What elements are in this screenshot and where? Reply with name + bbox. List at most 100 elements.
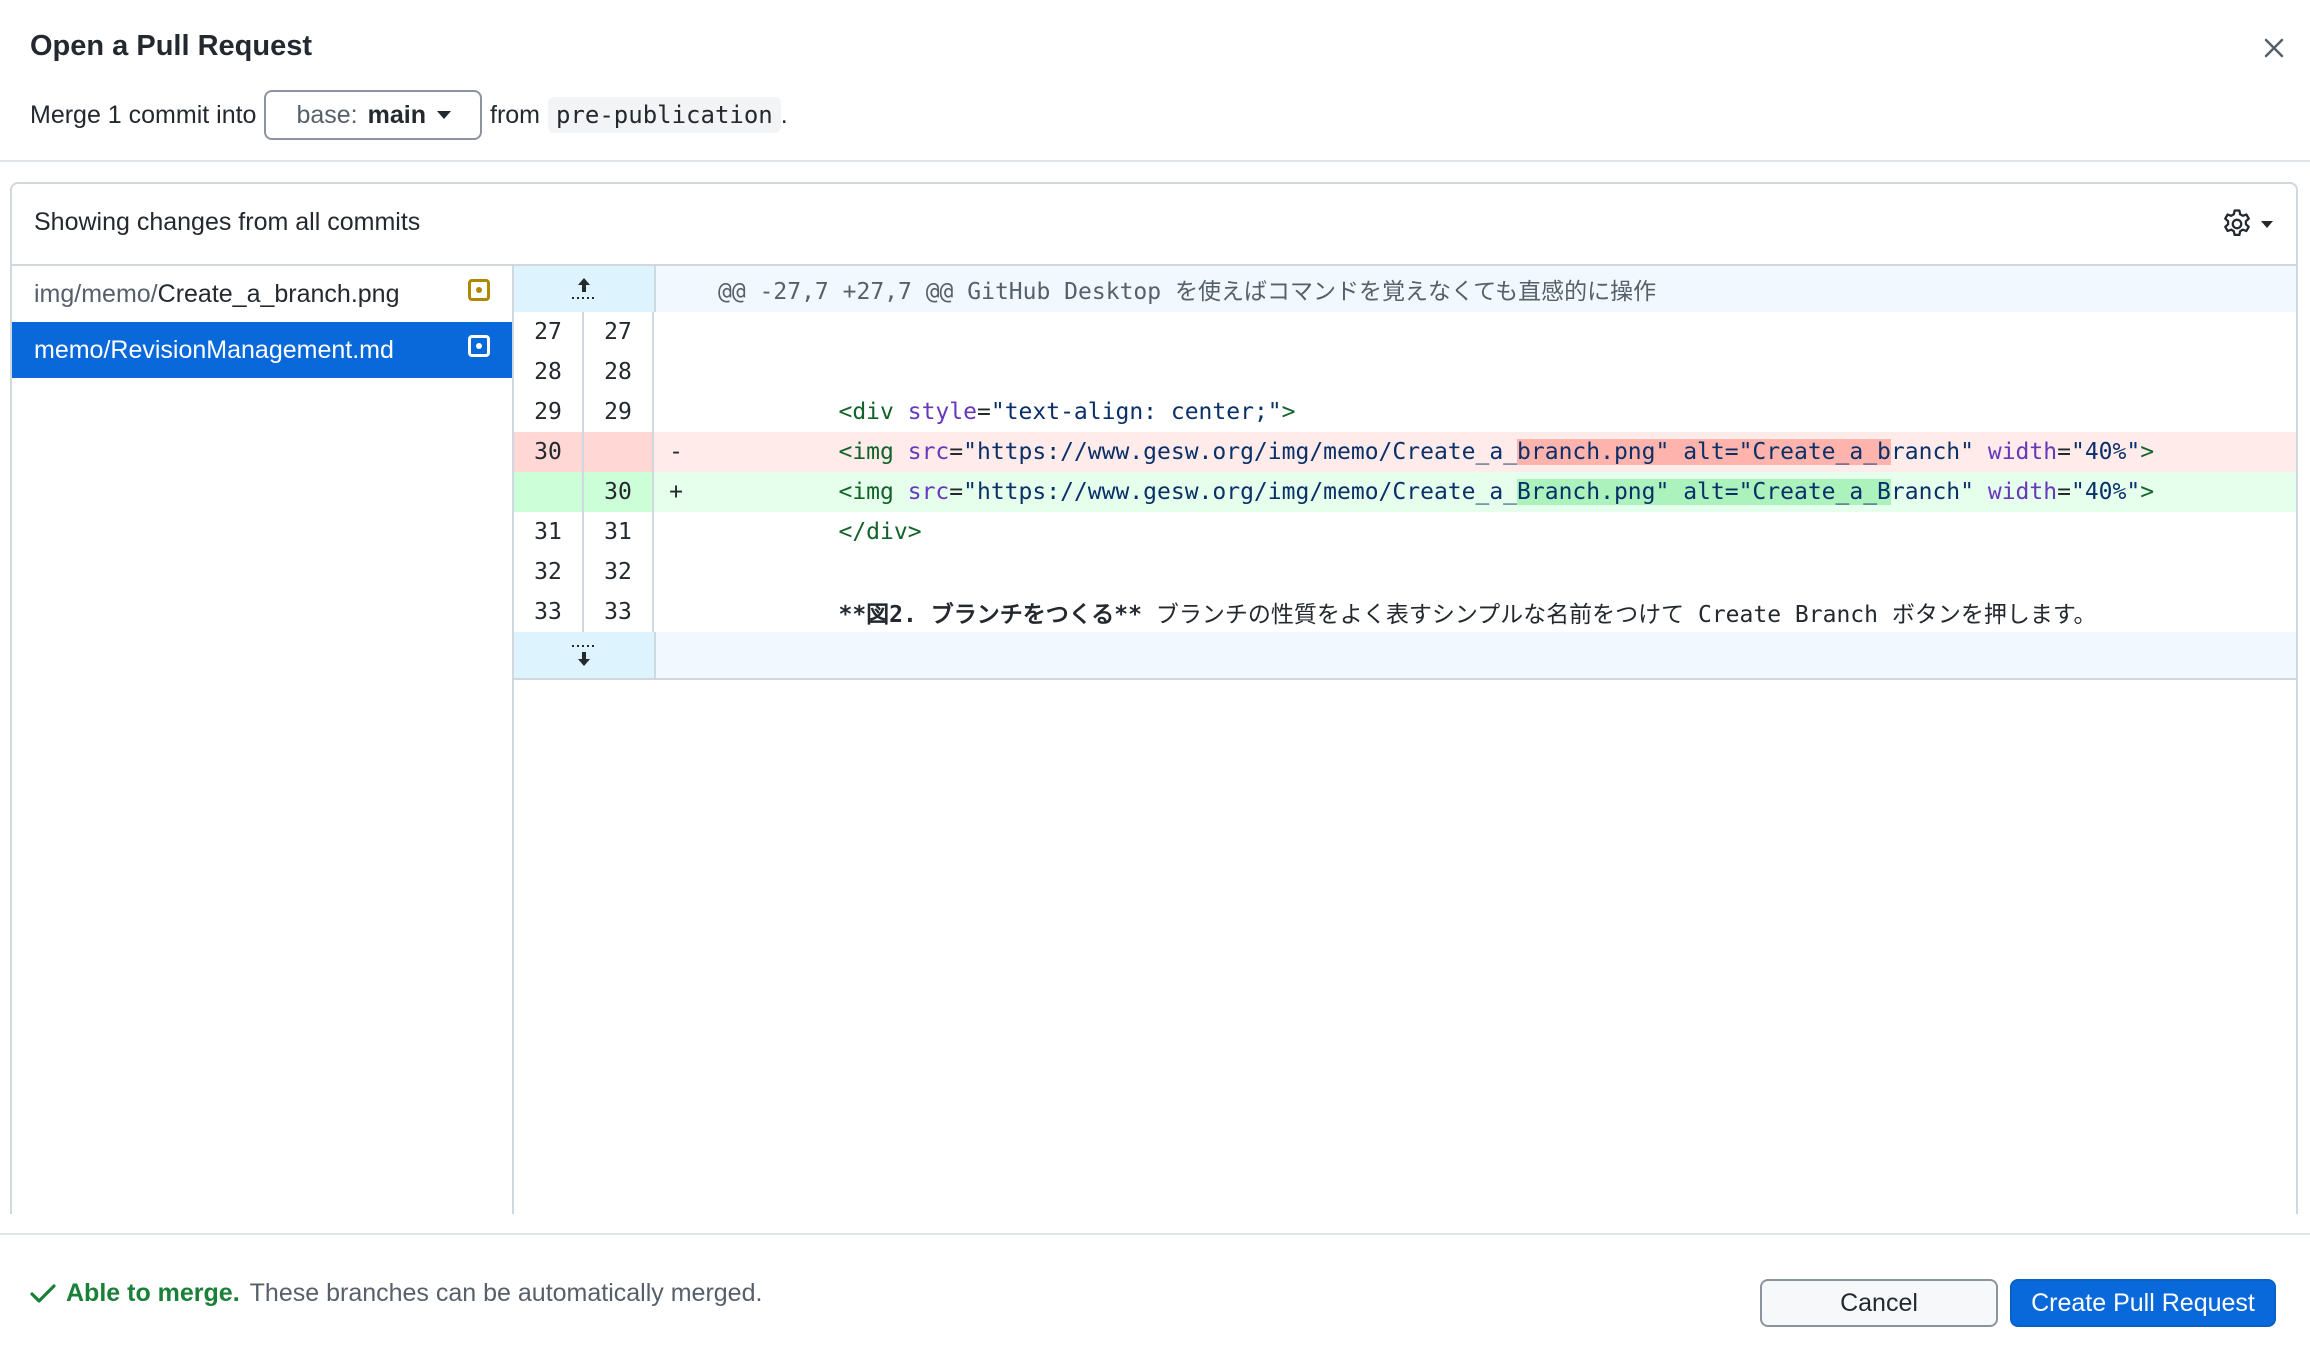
old-line-number: 32 [514,552,584,592]
new-line-number: 27 [584,312,654,352]
old-line-number: 27 [514,312,584,352]
code-eq: = [976,399,991,425]
new-line-number: 32 [584,552,654,592]
diff-line: 27 27 [514,312,2296,352]
diff-line: 29 29 <div style="text-align: center;"> [514,392,2296,432]
dialog-header: Open a Pull Request Merge 1 commit into … [0,0,2310,162]
diff-line: 33 33 **図2. ブランチをつくる** ブランチの性質をよく表すシンプルな… [514,592,2296,632]
diff-settings-button[interactable] [2220,202,2274,246]
period: . [780,100,788,129]
changes-heading: Showing changes from all commits [34,208,421,236]
create-pull-request-button[interactable]: Create Pull Request [2010,1279,2276,1327]
new-line-number [584,432,654,472]
code-attr: src [907,439,950,465]
close-icon [2264,38,2284,58]
file-name: memo/RevisionManagement.md [34,335,394,364]
diff-marker: + [669,479,683,505]
diff-line: 31 31 </div> [514,512,2296,552]
line-content: </div> [698,519,922,545]
file-modified-icon [468,279,490,301]
dialog-title: Open a Pull Request [30,30,312,62]
new-line-number: 31 [584,512,654,552]
file-modified-icon [468,335,490,357]
expand-up-icon [572,278,596,299]
old-line-number: 31 [514,512,584,552]
file-item[interactable]: img/memo/Create_a_branch.png [12,266,512,322]
code-string: ranch" [1890,439,1974,465]
gear-icon [2224,209,2250,237]
code-string: "40%" [2070,439,2141,465]
base-label: base: [296,100,358,129]
expand-up-button[interactable] [514,266,656,312]
expand-down-icon [572,645,596,666]
merge-status: Able to merge. These branches can be aut… [30,1279,762,1308]
code-string: "https://www.gesw.org/img/memo/Create_a_ [963,479,1518,505]
new-line-number: 29 [584,392,654,432]
code-tag: > [1281,399,1296,425]
changed-text-highlight: branch.png" alt="Create_a_b [1517,439,1891,465]
merge-summary: Merge 1 commit into base: main from pre-… [30,90,788,140]
diff-line-deleted: 30 - <img src="https://www.gesw.org/img/… [514,432,2296,472]
old-line-number: 29 [514,392,584,432]
expand-down-row [514,632,2296,680]
line-content: <img src="https://www.gesw.org/img/memo/… [838,439,2155,465]
code-string: ranch" [1890,479,1974,505]
caret-down-icon [2261,220,2273,228]
code-attr: width [1987,439,2058,465]
old-line-number [514,472,584,512]
merge-status-description: These branches can be automatically merg… [249,1279,763,1307]
check-icon [30,1283,56,1303]
line-content: **図2. ブランチをつくる** ブランチの性質をよく表すシンプルな名前をつけて… [698,595,2097,629]
file-name: Create_a_branch.png [157,279,400,308]
merge-prefix: Merge 1 commit into [30,100,257,129]
line-content: <img src="https://www.gesw.org/img/memo/… [838,479,2155,505]
code-tag: <img [838,479,894,505]
code-eq: = [949,439,964,465]
changes-panel: Showing changes from all commits img/mem… [10,182,2298,1214]
code-string: "text-align: center;" [990,399,1282,425]
bold-text: **図2. ブランチをつくる** [838,602,1142,628]
merge-status-ok: Able to merge. [66,1279,240,1307]
changed-text-highlight: Branch.png" alt="Create_a_B [1517,479,1891,505]
code-tag: </div> [838,519,922,545]
from-label: from [490,100,540,129]
code-attr: width [1987,479,2058,505]
diff-line-added: 30 + <img src="https://www.gesw.org/img/… [514,472,2296,512]
line-content: <div style="text-align: center;"> [698,399,1296,425]
diff-line: 28 28 [514,352,2296,392]
cancel-button[interactable]: Cancel [1760,1279,1998,1327]
old-line-number: 28 [514,352,584,392]
code-tag: <div [838,399,894,425]
new-line-number: 30 [584,472,654,512]
new-line-number: 33 [584,592,654,632]
plain-text: ブランチの性質をよく表すシンプルな名前をつけて Create Branch ボタ… [1141,602,2097,628]
code-string: "https://www.gesw.org/img/memo/Create_a_ [963,439,1518,465]
code-string: "40%" [2070,479,2141,505]
code-tag: <img [838,439,894,465]
base-value: main [367,100,426,129]
new-line-number: 28 [584,352,654,392]
diff-marker: - [669,439,683,465]
pull-request-dialog: Open a Pull Request Merge 1 commit into … [0,0,2310,1348]
close-button[interactable] [2254,28,2294,68]
changed-files-list: img/memo/Create_a_branch.png memo/Revisi… [12,266,514,1214]
old-line-number: 30 [514,432,584,472]
caret-down-icon [437,111,451,119]
old-line-number: 33 [514,592,584,632]
diff-view: @@ -27,7 +27,7 @@ GitHub Desktop を使えばコマン… [514,266,2296,1214]
diff-line: 32 32 [514,552,2296,592]
changes-panel-header: Showing changes from all commits [12,184,2296,266]
hunk-header: @@ -27,7 +27,7 @@ GitHub Desktop を使えばコマン… [718,279,1657,305]
code-tag: > [2140,439,2155,465]
base-branch-select[interactable]: base: main [264,90,482,140]
file-dir: img/memo/ [34,279,158,308]
expand-down-button[interactable] [514,632,656,678]
code-tag: > [2140,479,2155,505]
code-attr: src [907,479,950,505]
hunk-header-row: @@ -27,7 +27,7 @@ GitHub Desktop を使えばコマン… [514,266,2296,312]
code-attr: style [907,399,977,425]
file-item-selected[interactable]: memo/RevisionManagement.md [12,322,512,378]
head-branch: pre-publication [548,97,781,133]
code-eq: = [949,479,964,505]
dialog-footer: Able to merge. These branches can be aut… [0,1233,2310,1350]
